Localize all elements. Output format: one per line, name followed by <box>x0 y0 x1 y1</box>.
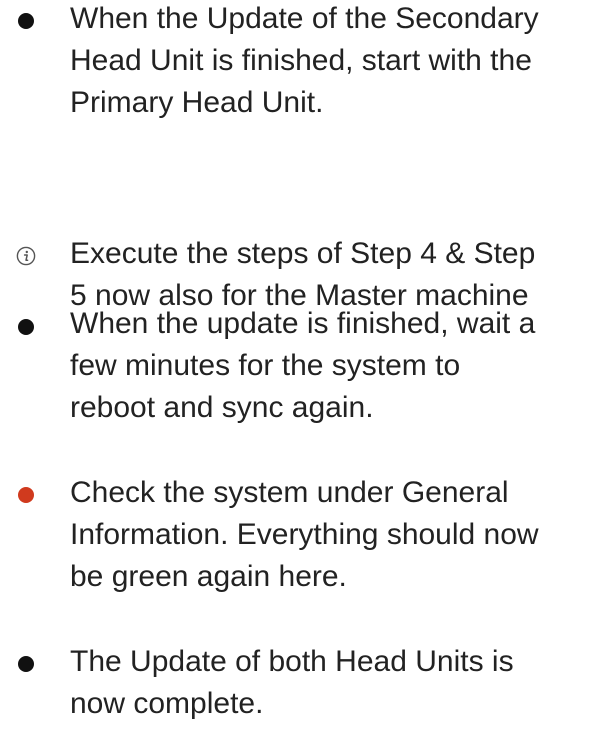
bullet-icon <box>18 13 34 29</box>
info-icon <box>16 246 36 266</box>
step-text: When the Update of the Secondary Head Un… <box>70 2 539 119</box>
bullet-icon <box>18 656 34 672</box>
step-text: The Update of both Head Units is now com… <box>70 645 514 720</box>
bullet-icon <box>18 487 34 503</box>
step-list: When the Update of the Secondary Head Un… <box>0 0 616 737</box>
step-text: When the update is finished, wait a few … <box>70 307 536 424</box>
step-text: Check the system under General Informati… <box>70 476 539 593</box>
bullet-icon <box>18 319 34 335</box>
